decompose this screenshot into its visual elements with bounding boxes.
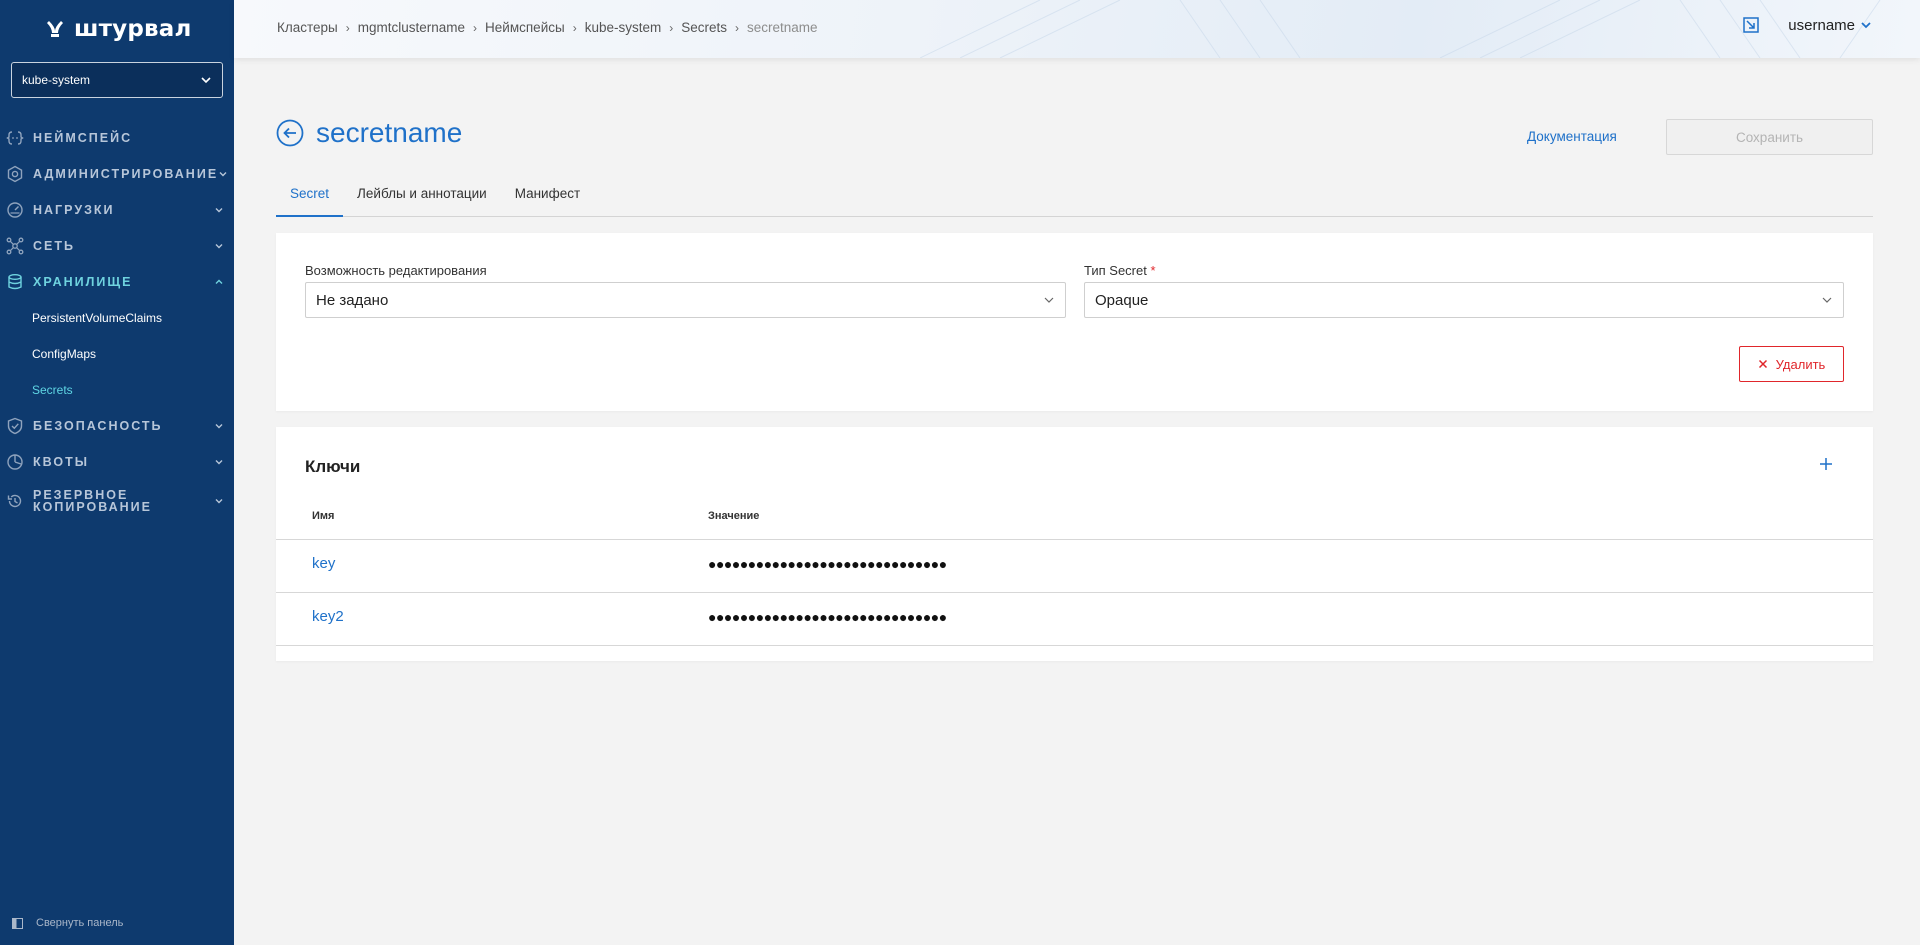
- chevron-down-icon: [1861, 22, 1871, 29]
- collapse-panel-button[interactable]: Свернуть панель: [12, 917, 123, 929]
- chevron-down-icon: [215, 208, 223, 213]
- top-header: Кластеры › mgmtclustername › Неймспейсы …: [234, 0, 1920, 58]
- chevron-down-icon: [1822, 297, 1832, 303]
- back-arrow-icon[interactable]: [276, 119, 304, 147]
- delete-button-label: Удалить: [1775, 356, 1826, 372]
- breadcrumb-current: secretname: [747, 20, 818, 35]
- quota-icon: [7, 454, 23, 470]
- sidebar-item-network[interactable]: СЕТЬ: [0, 228, 234, 264]
- sidebar-item-quotas[interactable]: КВОТЫ: [0, 444, 234, 480]
- sidebar-item-label: РЕЗЕРВНОЕ КОПИРОВАНИЕ: [33, 488, 152, 514]
- sidebar-item-label: СЕТЬ: [33, 239, 75, 253]
- sidebar-item-backup[interactable]: РЕЗЕРВНОЕ КОПИРОВАНИЕ: [0, 480, 234, 522]
- chevron-down-icon: [1044, 297, 1054, 303]
- username-label: username: [1788, 16, 1855, 34]
- column-header-name: Имя: [312, 510, 335, 522]
- breadcrumb-separator-icon: ›: [473, 20, 478, 35]
- tab-secret[interactable]: Secret: [276, 180, 344, 217]
- sidebar-item-label: ХРАНИЛИЩЕ: [33, 275, 133, 289]
- sidebar-item-label: БЕЗОПАСНОСТЬ: [33, 419, 163, 433]
- tab-manifest[interactable]: Манифест: [501, 180, 594, 217]
- breadcrumb: Кластеры › mgmtclustername › Неймспейсы …: [277, 20, 818, 35]
- table-row-masked-value: ●●●●●●●●●●●●●●●●●●●●●●●●●●●●●●: [708, 609, 947, 625]
- secret-type-select[interactable]: Opaque: [1084, 282, 1844, 318]
- column-header-value: Значение: [708, 510, 760, 522]
- external-link-icon[interactable]: [1742, 16, 1760, 34]
- sidebar-item-label: КВОТЫ: [33, 455, 89, 469]
- sidebar-item-storage[interactable]: ХРАНИЛИЩЕ: [0, 264, 234, 300]
- sidebar: штурвал kube-system НЕЙМСПЕЙС АДМИНИСТРИ…: [0, 0, 234, 945]
- required-marker: *: [1150, 263, 1156, 278]
- sidebar-item-security[interactable]: БЕЗОПАСНОСТЬ: [0, 408, 234, 444]
- divider: [276, 592, 1873, 593]
- secret-type-select-value: Opaque: [1095, 291, 1149, 309]
- network-icon: [6, 237, 24, 255]
- breadcrumb-namespaces[interactable]: Неймспейсы: [485, 20, 565, 35]
- secret-type-label: Тип Secret *: [1084, 263, 1156, 278]
- chevron-up-icon: [215, 279, 223, 284]
- editability-select[interactable]: Не задано: [305, 282, 1066, 318]
- sidebar-nav: НЕЙМСПЕЙС АДМИНИСТРИРОВАНИЕ НАГРУЗКИ СЕТ…: [0, 120, 234, 522]
- chevron-down-icon: [201, 77, 211, 84]
- chevron-down-icon: [215, 460, 223, 465]
- database-icon: [8, 274, 22, 290]
- tabs: Secret Лейблы и аннотации Манифест: [276, 180, 1873, 217]
- add-key-icon[interactable]: [1819, 457, 1833, 471]
- documentation-link[interactable]: Документация: [1527, 129, 1617, 144]
- sidebar-subitem-pvc[interactable]: PersistentVolumeClaims: [0, 300, 234, 336]
- page-title: secretname: [316, 117, 463, 148]
- breadcrumb-namespace[interactable]: kube-system: [585, 20, 662, 35]
- user-menu[interactable]: username: [1788, 17, 1872, 34]
- chevron-down-icon: [215, 424, 223, 429]
- namespace-select-value: kube-system: [22, 73, 91, 87]
- editability-label-text: Возможность редактирования: [305, 263, 487, 278]
- divider: [276, 645, 1873, 646]
- page-title-row: secretname: [276, 117, 462, 149]
- chevron-down-icon: [215, 499, 223, 504]
- shield-icon: [7, 417, 23, 435]
- breadcrumb-separator-icon: ›: [345, 20, 350, 35]
- table-row-key-name[interactable]: key: [312, 555, 335, 572]
- backup-icon: [7, 494, 22, 508]
- shturval-logo-icon: [47, 21, 63, 37]
- sidebar-item-label: НЕЙМСПЕЙС: [33, 131, 133, 145]
- sidebar-item-label: АДМИНИСТРИРОВАНИЕ: [33, 167, 219, 181]
- tab-labels-annotations[interactable]: Лейблы и аннотации: [343, 180, 501, 217]
- close-icon: [1758, 359, 1767, 369]
- divider: [276, 539, 1873, 540]
- chevron-down-icon: [215, 244, 223, 249]
- collapse-panel-icon: [12, 917, 23, 929]
- delete-button[interactable]: Удалить: [1739, 346, 1844, 382]
- breadcrumb-clusters[interactable]: Кластеры: [277, 20, 338, 35]
- breadcrumb-separator-icon: ›: [572, 20, 577, 35]
- breadcrumb-secrets[interactable]: Secrets: [681, 20, 727, 35]
- keys-title: Ключи: [305, 457, 361, 476]
- secret-type-label-text: Тип Secret: [1084, 263, 1147, 278]
- breadcrumb-separator-icon: ›: [735, 20, 740, 35]
- collapse-panel-label: Свернуть панель: [36, 917, 124, 929]
- sidebar-item-workloads[interactable]: НАГРУЗКИ: [0, 192, 234, 228]
- editability-select-value: Не задано: [316, 291, 389, 309]
- secret-settings-card: Возможность редактирования Не задано Тип…: [276, 233, 1873, 411]
- braces-icon: [6, 131, 24, 145]
- table-row-key-name[interactable]: key2: [312, 608, 344, 625]
- editability-label: Возможность редактирования: [305, 263, 487, 278]
- namespace-select[interactable]: kube-system: [11, 62, 223, 98]
- keys-card: Ключи Имя Значение key ●●●●●●●●●●●●●●●●●…: [276, 427, 1873, 661]
- brand-logo[interactable]: штурвал: [44, 14, 192, 44]
- sidebar-subitem-secrets[interactable]: Secrets: [0, 372, 234, 408]
- sidebar-item-label: НАГРУЗКИ: [33, 203, 115, 217]
- gear-icon: [7, 165, 23, 183]
- sidebar-item-administration[interactable]: АДМИНИСТРИРОВАНИЕ: [0, 156, 234, 192]
- sidebar-item-namespace[interactable]: НЕЙМСПЕЙС: [0, 120, 234, 156]
- gauge-icon: [7, 202, 23, 218]
- chevron-down-icon: [219, 172, 227, 177]
- breadcrumb-separator-icon: ›: [669, 20, 674, 35]
- brand-name: штурвал: [74, 16, 192, 42]
- save-button[interactable]: Сохранить: [1666, 119, 1873, 155]
- breadcrumb-cluster[interactable]: mgmtclustername: [358, 20, 465, 35]
- table-row-masked-value: ●●●●●●●●●●●●●●●●●●●●●●●●●●●●●●: [708, 556, 947, 572]
- sidebar-subitem-configmaps[interactable]: ConfigMaps: [0, 336, 234, 372]
- header-actions: username: [1742, 16, 1872, 34]
